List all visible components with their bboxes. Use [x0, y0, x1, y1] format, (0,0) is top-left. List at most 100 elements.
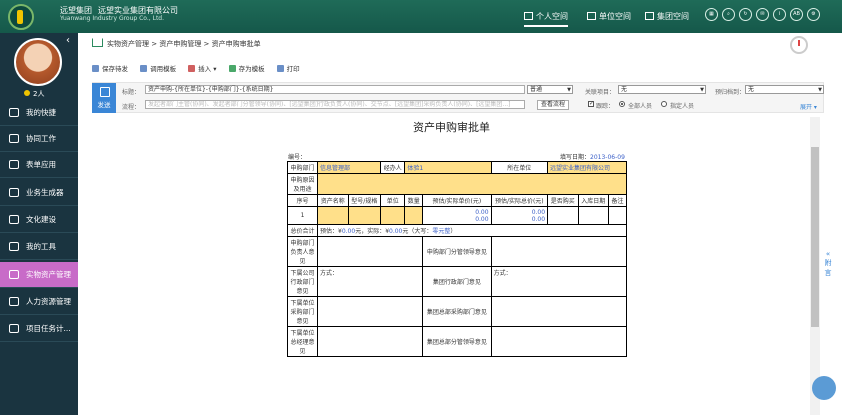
collapse-sidebar-icon[interactable]: ‹: [66, 35, 70, 46]
nav-personal-space[interactable]: 个人空间: [524, 11, 568, 27]
sum-upper: 零元整: [432, 228, 451, 235]
view-flow-button[interactable]: 查看流程: [537, 100, 570, 110]
sidebar-item-label: 实物资产管理: [26, 270, 71, 279]
nav-unit-space[interactable]: 单位空间: [587, 11, 631, 22]
plus-circle-icon: [9, 108, 19, 117]
save-draft-button[interactable]: 保存待发: [92, 63, 128, 73]
archive-select[interactable]: 无: [745, 85, 824, 94]
dept-field[interactable]: 信息管理部: [316, 161, 382, 174]
method-label: 方式：: [493, 270, 512, 277]
col-name: 资产名称: [317, 194, 349, 207]
collaboration-icon: [9, 134, 19, 143]
settings-icon[interactable]: ⚙: [807, 8, 820, 21]
use-template-button[interactable]: 调用模板: [140, 63, 176, 73]
opinion-group-leader-field[interactable]: [490, 326, 628, 357]
opinion-dept-head-field[interactable]: [316, 236, 424, 267]
table-row: 1 0.00 0.00 0.00 0.00: [287, 206, 627, 225]
home-icon[interactable]: [92, 38, 103, 47]
opinion-dept-leader-label: 申购部门分管领导意见: [422, 236, 492, 267]
note-cell[interactable]: [608, 206, 627, 225]
top-bar: 远望集团 远望实业集团有限公司 Yuanwang Industry Group …: [0, 0, 842, 33]
unit-label: 所在单位: [490, 161, 549, 174]
title-label: 标题：: [122, 89, 141, 96]
sum-field: 预估：¥0.00元，实际：¥0.00元（大写：零元整）: [317, 224, 627, 237]
document-title: 资产申购审批单: [413, 121, 490, 134]
sidebar-item-label: 项目任务计...: [26, 324, 71, 333]
col-indate: 入库日期: [577, 194, 610, 207]
toolbox-icon: [9, 242, 19, 251]
col-note: 备注: [608, 194, 627, 207]
opinion-group-admin-field[interactable]: 方式：: [490, 266, 628, 297]
speaker-icon[interactable]: [812, 376, 836, 400]
asset-name-input[interactable]: [317, 206, 349, 225]
trace-all-radio[interactable]: [619, 101, 625, 107]
clock-icon: [790, 36, 808, 54]
sidebar-item-label: 我的工具: [26, 242, 56, 251]
print-button[interactable]: 打印: [276, 63, 300, 73]
search-icon[interactable]: ⌕: [722, 8, 735, 21]
hr-icon: [9, 297, 19, 306]
sidebar-item-forms[interactable]: 表单应用: [0, 152, 78, 178]
scrollbar-thumb[interactable]: [811, 147, 819, 327]
culture-icon: [9, 215, 19, 224]
unit-input[interactable]: [380, 206, 406, 225]
sidebar-item-label: 人力资源管理: [26, 297, 71, 306]
info-icon[interactable]: i: [773, 8, 786, 21]
col-price: 预估/实际单价(元): [422, 194, 492, 207]
insert-button[interactable]: 插入 ▾: [188, 63, 217, 73]
ab-icon[interactable]: AB: [790, 8, 803, 21]
indate-cell[interactable]: [577, 206, 610, 225]
scrollbar[interactable]: [810, 117, 820, 415]
title-input[interactable]: 资产申购-{所在单位}-{申购部门}-{系统日期}: [145, 85, 525, 94]
building-icon: [587, 12, 596, 20]
sidebar-item-builder[interactable]: 业务生成器: [0, 180, 78, 206]
insert-icon: [188, 65, 196, 72]
reason-label: 申购原因及用途: [287, 173, 318, 195]
model-input[interactable]: [347, 206, 382, 225]
sidebar-item-projects[interactable]: 项目任务计...: [0, 316, 78, 342]
button-label: 打印: [286, 65, 300, 73]
opinion-sub-admin-field[interactable]: 方式：: [316, 266, 424, 297]
reason-field[interactable]: [317, 173, 627, 195]
opinion-dept-leader-field[interactable]: [490, 236, 628, 267]
avatar[interactable]: [14, 38, 62, 86]
sidebar: ‹ 2人 我的快捷 协同工作 表单应用 业务生成器 文化建设 我的工具 实物资产…: [0, 33, 78, 415]
attachment-panel-toggle[interactable]: «附言: [822, 250, 834, 278]
opinion-sub-manager-label: 下属单位总经理意见: [287, 326, 318, 357]
sidebar-item-shortcuts[interactable]: 我的快捷: [0, 100, 78, 126]
nav-group-space[interactable]: 集团空间: [645, 11, 689, 22]
ordered-cell[interactable]: [547, 206, 579, 225]
act-total: 0.00: [531, 215, 546, 223]
trace-specified-radio[interactable]: [661, 101, 667, 107]
sidebar-item-label: 我的快捷: [26, 108, 56, 117]
send-button[interactable]: 发送: [92, 83, 116, 113]
date-field: 填写日期：2013-06-09: [560, 152, 625, 161]
col-unit: 单位: [380, 194, 406, 207]
opinion-sub-purchase-field[interactable]: [316, 296, 424, 327]
save-icon: [92, 65, 99, 72]
chat-icon[interactable]: ✉: [756, 8, 769, 21]
refresh-icon[interactable]: ↻: [739, 8, 752, 21]
sidebar-item-tools[interactable]: 我的工具: [0, 234, 78, 260]
opinion-sub-manager-field[interactable]: [316, 326, 424, 357]
trace-checkbox[interactable]: [588, 100, 594, 107]
sidebar-item-assets[interactable]: 实物资产管理: [0, 262, 78, 288]
handler-field[interactable]: 体验1: [404, 161, 492, 174]
toolbar: 保存待发 调用模板 插入 ▾ 存为模板 打印: [92, 63, 310, 77]
save-as-template-button[interactable]: 存为模板: [228, 63, 265, 73]
expand-link[interactable]: 展开 ▾: [800, 102, 817, 111]
opinion-group-purchase-field[interactable]: [490, 296, 628, 327]
unit-field[interactable]: 远望实业集团有限公司: [547, 161, 627, 174]
qty-input[interactable]: [404, 206, 424, 225]
sidebar-item-collaboration[interactable]: 协同工作: [0, 126, 78, 152]
opinion-sub-admin-label: 下属公司行政部门意见: [287, 266, 318, 297]
flow-input[interactable]: 发起者部门主管(协同)、发起者部门分管领导(协同)、[远望集团]行政负责人(协同…: [145, 100, 525, 109]
grid-icon[interactable]: ▦: [705, 8, 718, 21]
priority-select[interactable]: 普通: [527, 85, 573, 94]
sidebar-item-culture[interactable]: 文化建设: [0, 207, 78, 233]
sum-est: 0.00: [341, 228, 356, 235]
col-ordered: 是否购买: [547, 194, 579, 207]
sidebar-item-hr[interactable]: 人力资源管理: [0, 289, 78, 315]
opinion-group-leader-label: 集团总部分管领导意见: [422, 326, 492, 357]
related-project-select[interactable]: 无: [618, 85, 706, 94]
